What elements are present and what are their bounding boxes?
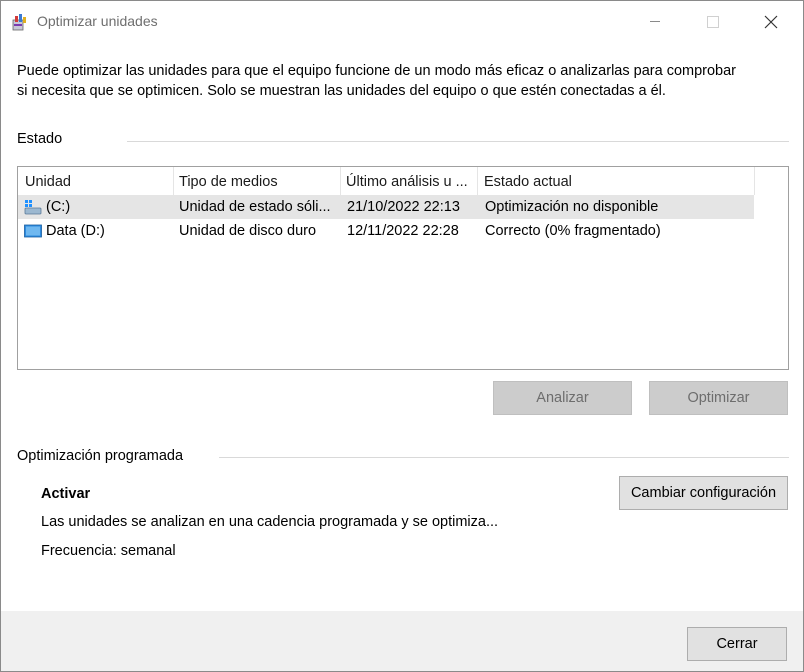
system-drive-icon — [24, 199, 42, 215]
drive-last-run-cell: 12/11/2022 22:28 — [347, 223, 459, 239]
drive-unit-cell: (C:) — [46, 199, 71, 215]
drive-status-cell: Correcto (0% fragmentado) — [485, 223, 661, 239]
close-window-button[interactable] — [748, 1, 794, 43]
scheduled-frequency: Frecuencia: semanal — [41, 543, 176, 559]
footer-bar: Cerrar — [1, 611, 803, 671]
drive-last-run-cell: 21/10/2022 22:13 — [347, 199, 460, 215]
maximize-button[interactable] — [690, 1, 736, 43]
scheduled-divider — [219, 457, 789, 458]
drive-status-cell: Optimización no disponible — [485, 199, 659, 215]
description-text: Puede optimizar las unidades para que el… — [17, 63, 736, 99]
defrag-app-icon — [12, 13, 30, 31]
drives-list-header: Unidad Tipo de medios Último análisis u … — [18, 167, 755, 195]
column-header-status[interactable]: Estado actual — [478, 167, 755, 195]
drive-row-c[interactable]: (C:) Unidad de estado sóli... 21/10/2022… — [18, 195, 754, 219]
drive-media-cell: Unidad de estado sóli... — [179, 199, 331, 215]
drive-media-cell: Unidad de disco duro — [179, 223, 317, 239]
scheduled-section-label: Optimización programada — [17, 448, 184, 464]
change-settings-button[interactable]: Cambiar configuración — [619, 476, 788, 510]
scheduled-state: Activar — [41, 486, 91, 502]
column-header-last-run[interactable]: Último análisis u ... — [340, 167, 478, 195]
column-header-unit[interactable]: Unidad — [18, 167, 174, 195]
hard-drive-icon — [24, 223, 42, 239]
optimize-button[interactable]: Optimizar — [649, 381, 788, 415]
column-header-media-type[interactable]: Tipo de medios — [173, 167, 341, 195]
drive-row-d[interactable]: Data (D:) Unidad de disco duro 12/11/202… — [18, 219, 754, 243]
status-divider — [127, 141, 789, 142]
status-section-label: Estado — [17, 131, 63, 147]
minimize-button[interactable] — [632, 1, 678, 43]
drives-list[interactable]: Unidad Tipo de medios Último análisis u … — [17, 166, 789, 370]
scheduled-description: Las unidades se analizan en una cadencia… — [41, 514, 499, 530]
optimize-drives-window: Optimizar unidades Puede optimizar las u… — [0, 0, 804, 672]
drive-unit-cell: Data (D:) — [46, 223, 105, 239]
close-icon — [764, 15, 778, 29]
window-title: Optimizar unidades — [37, 13, 158, 29]
analyze-button[interactable]: Analizar — [493, 381, 632, 415]
title-bar[interactable]: Optimizar unidades — [1, 1, 803, 43]
close-button[interactable]: Cerrar — [687, 627, 787, 661]
